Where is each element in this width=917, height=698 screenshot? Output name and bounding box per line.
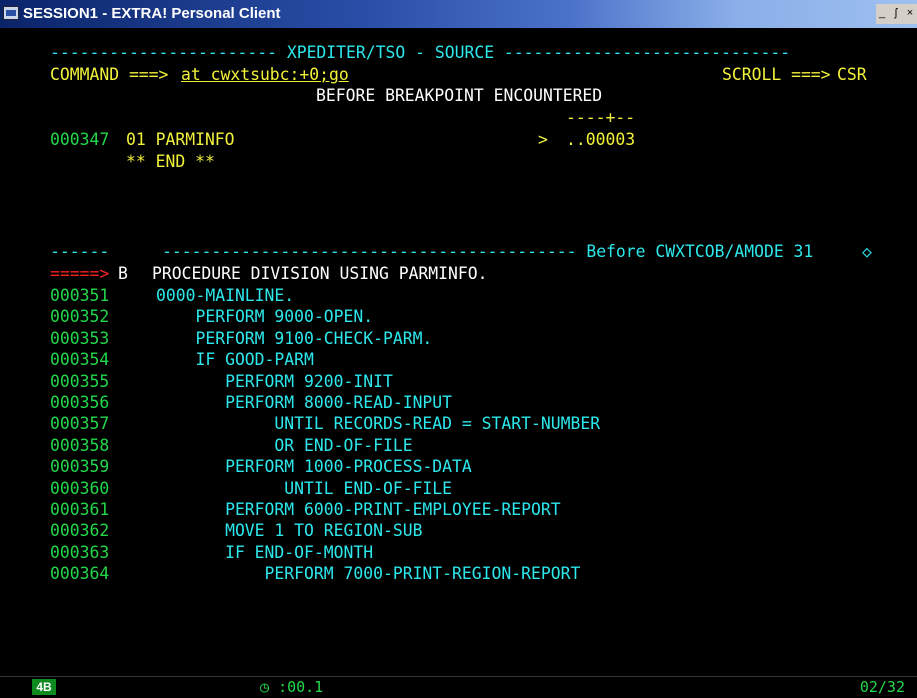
keep-line-name[interactable]: 01 PARMINFO [126, 130, 235, 150]
source-line-number[interactable]: 000357 [50, 414, 109, 434]
current-source-line: PROCEDURE DIVISION USING PARMINFO. [152, 264, 488, 283]
session-indicator: 4B [32, 679, 56, 695]
command-input[interactable]: at cwxtsubc:+0;go [181, 65, 349, 85]
source-line-code: PERFORM 9100-CHECK-PARM. [156, 329, 433, 348]
divider-title: ----------------------------------------… [162, 242, 814, 261]
scroll-label: SCROLL ===> [722, 65, 831, 84]
source-line-code: PERFORM 9000-OPEN. [156, 307, 374, 326]
source-line-number[interactable]: 000359 [50, 457, 109, 477]
source-line-code: 0000-MAINLINE. [156, 286, 295, 305]
cursor-position: 02/32 [859, 678, 905, 696]
source-line-code: PERFORM 8000-READ-INPUT [156, 393, 453, 412]
source-line-code: OR END-OF-FILE [156, 436, 413, 455]
source-line-code: UNTIL END-OF-FILE [156, 479, 453, 498]
source-line-number[interactable]: 000364 [50, 564, 109, 584]
breakpoint-flag[interactable]: B [118, 264, 128, 284]
end-marker: ** END ** [126, 152, 215, 171]
source-line-number[interactable]: 000358 [50, 436, 109, 456]
source-line-code: PERFORM 7000-PRINT-REGION-REPORT [156, 564, 581, 583]
window-title: SESSION1 - EXTRA! Personal Client [23, 5, 281, 22]
command-label: COMMAND ===> [50, 65, 169, 84]
restore-button[interactable]: ʃ [890, 4, 902, 22]
elapsed-time: ◷ :00.1 [260, 678, 323, 696]
source-line-number[interactable]: 000353 [50, 329, 109, 349]
source-line-code: MOVE 1 TO REGION-SUB [156, 521, 423, 540]
divider-left: ------ [50, 242, 110, 261]
source-line-number[interactable]: 000351 [50, 286, 109, 306]
diamond-icon: ◇ [862, 242, 872, 261]
keep-line-number: 000347 [50, 130, 110, 149]
source-line-code: PERFORM 6000-PRINT-EMPLOYEE-REPORT [156, 500, 561, 519]
keep-ruler: ----+-- [566, 108, 636, 127]
source-line-number[interactable]: 000363 [50, 543, 109, 563]
current-line-arrow: =====> [50, 264, 110, 283]
source-line-number[interactable]: 000352 [50, 307, 109, 327]
status-bar: 4B ◷ :00.1 02/32 [0, 676, 917, 698]
source-line-number[interactable]: 000355 [50, 372, 109, 392]
source-line-code: IF GOOD-PARM [156, 350, 314, 369]
source-line-number[interactable]: 000360 [50, 479, 109, 499]
minimize-button[interactable]: _ [876, 4, 888, 22]
source-line-code: PERFORM 1000-PROCESS-DATA [156, 457, 472, 476]
source-line-number[interactable]: 000356 [50, 393, 109, 413]
window-titlebar: SESSION1 - EXTRA! Personal Client _ ʃ × [0, 0, 917, 28]
keep-line-value[interactable]: ..00003 [566, 130, 635, 150]
app-icon[interactable] [3, 6, 19, 20]
screen-header: ----------------------- XPEDITER/TSO - S… [50, 43, 791, 62]
source-line-number[interactable]: 000354 [50, 350, 109, 370]
keep-line-marker: > [538, 130, 548, 149]
window-controls: _ ʃ × [876, 4, 917, 24]
elapsed-time-value: :00.1 [278, 678, 324, 696]
source-line-code: UNTIL RECORDS-READ = START-NUMBER [156, 414, 601, 433]
source-line-code: IF END-OF-MONTH [156, 543, 374, 562]
source-line-number[interactable]: 000361 [50, 500, 109, 520]
clock-icon: ◷ [260, 678, 270, 696]
source-line-code: PERFORM 9200-INIT [156, 372, 393, 391]
scroll-input[interactable]: CSR [837, 65, 867, 85]
status-message: BEFORE BREAKPOINT ENCOUNTERED [316, 86, 603, 105]
close-button[interactable]: × [904, 4, 916, 22]
source-line-number[interactable]: 000362 [50, 521, 109, 541]
